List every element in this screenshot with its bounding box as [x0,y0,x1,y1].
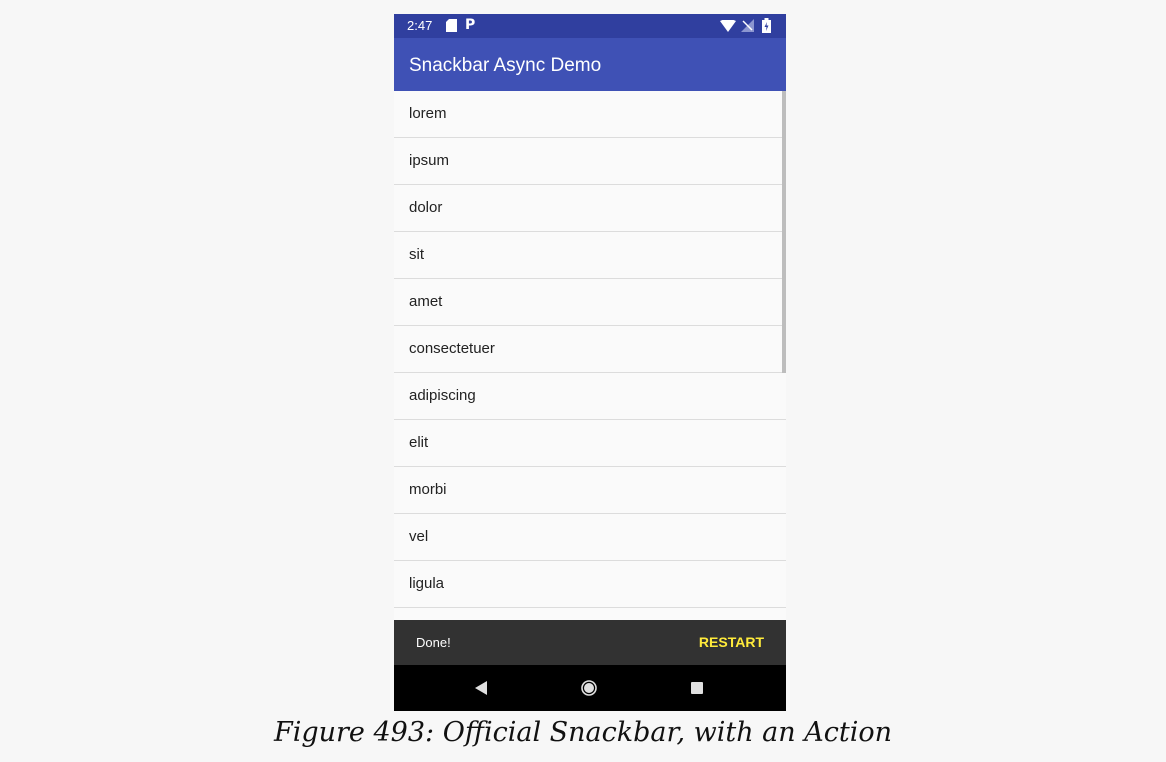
sd-card-icon [446,19,457,32]
home-icon[interactable] [581,680,597,696]
list-item-label: elit [409,434,429,451]
app-title: Snackbar Async Demo [409,55,602,76]
list-item-label: ipsum [409,152,450,169]
status-bar: 2:47 P [394,14,786,38]
list-item[interactable]: elit [394,420,786,467]
list-item-label: dolor [409,199,443,216]
list-item[interactable]: sit [394,232,786,279]
list-scrollbar[interactable] [782,91,786,373]
list-item[interactable]: adipiscing [394,373,786,420]
list-item-label: ligula [409,575,445,592]
snackbar-message: Done! [416,635,451,650]
battery-charging-icon [762,18,771,33]
parking-icon: P [465,17,476,33]
list-item[interactable]: dolor [394,185,786,232]
status-time: 2:47 [407,18,433,33]
signal-icon [741,19,754,32]
figure-caption: Figure 493: Official Snackbar, with an A… [273,717,893,748]
list-item[interactable]: morbi [394,467,786,514]
list-item-label: adipiscing [409,387,476,404]
list-item[interactable]: lorem [394,91,786,138]
phone-screen: 2:47 P Snackbar Async Demo lorem ipsum d… [394,14,786,711]
app-bar: Snackbar Async Demo [394,38,786,91]
back-icon[interactable] [474,681,488,695]
restart-button[interactable]: RESTART [699,634,764,650]
item-list[interactable]: lorem ipsum dolor sit amet consectetuer … [394,91,786,620]
list-item-label: amet [409,293,443,310]
wifi-icon [720,20,736,32]
page: 2:47 P Snackbar Async Demo lorem ipsum d… [0,0,1166,762]
list-item-label: vel [409,528,429,545]
list-item[interactable]: ipsum [394,138,786,185]
list-item-label: morbi [409,481,447,498]
list-item[interactable]: amet [394,279,786,326]
navigation-bar [394,665,786,711]
list-item[interactable]: ligula [394,561,786,608]
list-item[interactable]: consectetuer [394,326,786,373]
list-item-label: consectetuer [409,340,495,357]
recents-icon[interactable] [691,682,703,694]
list-item-label: lorem [409,105,447,122]
snackbar: Done! RESTART [394,620,786,665]
list-item-label: sit [409,246,424,263]
list-item[interactable]: vel [394,514,786,561]
